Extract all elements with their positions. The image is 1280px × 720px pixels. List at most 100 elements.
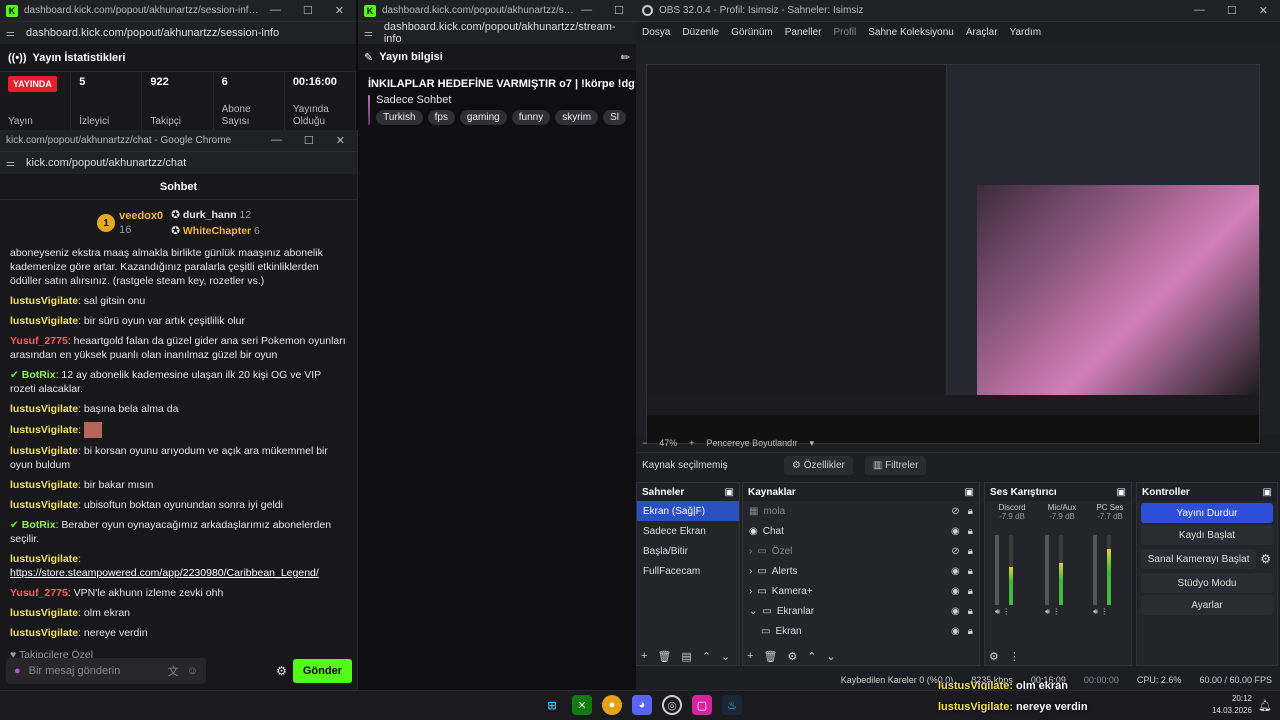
xbox-icon[interactable]: ✕	[572, 695, 592, 715]
chat-user[interactable]: lustusVigilate	[10, 479, 78, 491]
chevron-up-icon[interactable]: ⌃	[702, 650, 711, 663]
source-item[interactable]: ▦ mola ⊘ 🔒︎	[743, 501, 979, 521]
eye-icon[interactable]: ◉	[951, 526, 960, 537]
session-url[interactable]: dashboard.kick.com/popout/akhunartzz/ses…	[26, 27, 279, 39]
dock-float-icon[interactable]: ▣	[1263, 487, 1272, 498]
close-icon[interactable]: ✕	[336, 134, 345, 147]
minimize-icon[interactable]: —	[581, 4, 592, 17]
chevron-down-icon[interactable]: ⌄	[749, 606, 757, 617]
steam-icon[interactable]: ♨	[722, 695, 742, 715]
volume-slider[interactable]	[1093, 535, 1097, 605]
eye-icon[interactable]: ◉	[951, 626, 960, 637]
chat-user[interactable]: lustusVigilate	[10, 553, 78, 565]
gear-icon[interactable]: ⚙	[989, 650, 999, 663]
volume-slider[interactable]	[1045, 535, 1049, 605]
dock-float-icon[interactable]: ▣	[725, 487, 734, 498]
speaker-icon[interactable]: 🔊︎ ⋮	[1093, 607, 1108, 617]
discord-icon[interactable]: ◕	[632, 695, 652, 715]
menu-scene-collection[interactable]: Sahne Koleksiyonu	[868, 27, 954, 38]
site-info-icon[interactable]: ⚌	[6, 158, 18, 169]
obs-icon[interactable]: ◎	[662, 695, 682, 715]
maximize-icon[interactable]: ☐	[304, 134, 314, 147]
menu-edit[interactable]: Düzenle	[682, 27, 719, 38]
tag[interactable]: Sl	[603, 110, 626, 125]
settings-icon[interactable]: ⚙	[276, 664, 287, 678]
stream-url[interactable]: dashboard.kick.com/popout/akhunartzz/str…	[384, 21, 630, 45]
add-icon[interactable]: +	[641, 650, 647, 663]
chat-user[interactable]: BotRix	[22, 519, 56, 531]
eye-icon[interactable]: ◉	[951, 566, 960, 577]
chat-messages[interactable]: aboneyseniz ekstra maaş almakla birlikte…	[0, 246, 357, 662]
tag[interactable]: gaming	[459, 110, 507, 125]
chevron-down-icon[interactable]: ⌄	[721, 650, 730, 663]
source-item[interactable]: › ▭ Alerts ◉ 🔒︎	[743, 561, 979, 581]
tag[interactable]: fps	[427, 110, 455, 125]
chevron-up-icon[interactable]: ⌃	[807, 650, 816, 663]
fit-to-window[interactable]: Pencereye Boyutlandır	[707, 438, 798, 448]
menu-view[interactable]: Görünüm	[731, 27, 773, 38]
chat-user[interactable]: lustusVigilate	[10, 295, 78, 307]
minimize-icon[interactable]: —	[271, 134, 282, 147]
chat-user[interactable]: lustusVigilate	[10, 445, 78, 457]
session-urlbar[interactable]: ⚌ dashboard.kick.com/popout/akhunartzz/s…	[0, 22, 356, 44]
menu-docks[interactable]: Paneller	[785, 27, 822, 38]
start-recording-button[interactable]: Kaydı Başlat	[1141, 525, 1273, 545]
maximize-icon[interactable]: ☐	[1227, 4, 1237, 17]
chevron-right-icon[interactable]: ›	[749, 566, 752, 577]
site-info-icon[interactable]: ⚌	[364, 28, 376, 39]
chevron-down-icon[interactable]: ⌄	[827, 650, 836, 663]
chat-user[interactable]: BotRix	[22, 369, 56, 381]
source-item[interactable]: ▭ Ekran ◉ 🔒︎	[743, 621, 979, 641]
chat-user[interactable]: lustusVigilate	[10, 403, 78, 415]
source-item[interactable]: ◉ Chat ◉ 🔒︎	[743, 521, 979, 541]
windows-start-icon[interactable]: ⊞	[542, 695, 562, 715]
instagram-icon[interactable]: ▢	[692, 695, 712, 715]
leader-second[interactable]: ✪ durk_hann 12	[171, 207, 260, 223]
chevron-right-icon[interactable]: ›	[749, 546, 752, 557]
studio-mode-button[interactable]: Stüdyo Modu	[1141, 573, 1273, 593]
menu-file[interactable]: Dosya	[642, 27, 670, 38]
chat-user[interactable]: Yusuf_2775	[10, 335, 68, 347]
chat-urlbar[interactable]: ⚌ kick.com/popout/akhunartzz/chat	[0, 152, 357, 174]
zoom-out-icon[interactable]: −	[642, 438, 647, 448]
trash-icon[interactable]: 🗑	[657, 650, 671, 663]
settings-button[interactable]: Ayarlar	[1141, 595, 1273, 615]
chat-user[interactable]: lustusVigilate	[10, 499, 78, 511]
menu-help[interactable]: Yardım	[1010, 27, 1042, 38]
lock-icon[interactable]: 🔒︎	[968, 566, 973, 577]
start-virtual-camera-button[interactable]: Sanal Kamerayı Başlat	[1141, 549, 1257, 569]
maximize-icon[interactable]: ☐	[614, 4, 624, 17]
chevron-right-icon[interactable]: ›	[749, 586, 752, 597]
obs-preview[interactable]	[636, 44, 1280, 444]
system-clock[interactable]: 20:12 14.03.2026	[1212, 693, 1252, 717]
stop-streaming-button[interactable]: Yayını Durdur	[1141, 503, 1273, 523]
dock-float-icon[interactable]: ▣	[965, 487, 974, 498]
gear-icon[interactable]: ⚙	[1260, 552, 1277, 566]
minimize-icon[interactable]: —	[270, 4, 281, 17]
lock-icon[interactable]: 🔒︎	[968, 526, 973, 537]
translate-icon[interactable]: 文	[168, 663, 179, 679]
filters-button[interactable]: ▥ Filtreler	[864, 456, 927, 475]
chat-user[interactable]: lustusVigilate	[10, 424, 78, 436]
zoom-level[interactable]: 47%	[659, 438, 677, 448]
eye-icon[interactable]: ◉	[951, 606, 960, 617]
chat-user[interactable]: lustusVigilate	[10, 627, 78, 639]
source-item[interactable]: › ▭ Özel ⊘ 🔒︎	[743, 541, 979, 561]
source-item[interactable]: › ▭ Kamera+ ◉ 🔒︎	[743, 581, 979, 601]
lock-icon[interactable]: 🔒︎	[968, 626, 973, 637]
scene-item[interactable]: Ekran (Sağ|F)	[637, 501, 739, 521]
properties-button[interactable]: ⚙ Özellikler	[784, 456, 853, 475]
trash-icon[interactable]: 🗑	[763, 650, 777, 663]
leader-third[interactable]: ✪ WhiteChapter 6	[171, 223, 260, 239]
eye-hidden-icon[interactable]: ⊘	[951, 546, 959, 557]
notification-bell-icon[interactable]: 🔔︎	[1258, 699, 1272, 712]
minimize-icon[interactable]: —	[1194, 4, 1205, 17]
lock-icon[interactable]: 🔒︎	[968, 546, 973, 557]
speaker-icon[interactable]: 🔊︎ ⋮	[995, 607, 1010, 617]
gear-icon[interactable]: ⚙	[787, 650, 797, 663]
category-name[interactable]: Sadece Sohbet	[376, 94, 626, 106]
menu-tools[interactable]: Araçlar	[966, 27, 998, 38]
speaker-icon[interactable]: 🔊︎ ⋮	[1045, 607, 1060, 617]
chat-url[interactable]: kick.com/popout/akhunartzz/chat	[26, 157, 186, 169]
close-icon[interactable]: ✕	[335, 4, 344, 17]
